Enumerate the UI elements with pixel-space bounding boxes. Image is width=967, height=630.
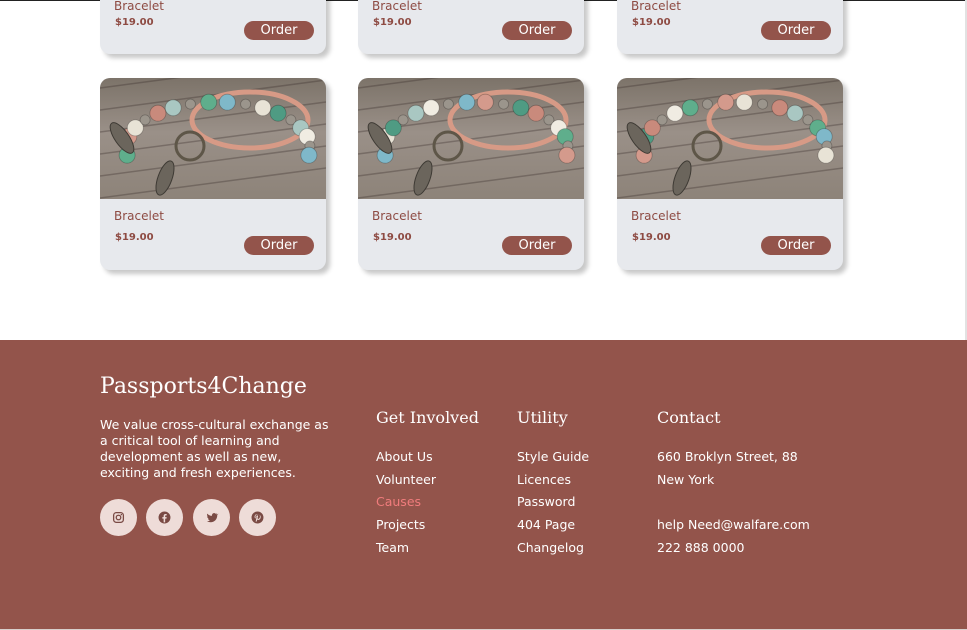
- product-title[interactable]: Bracelet: [372, 209, 422, 223]
- bracelet-photo-illustration: [358, 78, 584, 199]
- footer-link-projects[interactable]: Projects: [376, 514, 436, 537]
- product-price: $19.00: [632, 232, 671, 243]
- pinterest-link[interactable]: [239, 499, 276, 536]
- order-button[interactable]: Order: [761, 21, 831, 40]
- get-involved-heading: Get Involved: [376, 408, 479, 427]
- footer-link-404-page[interactable]: 404 Page: [517, 514, 589, 537]
- product-card: Bracelet $19.00 Order: [100, 0, 326, 54]
- footer-link-password[interactable]: Password: [517, 491, 589, 514]
- contact-phone[interactable]: 222 888 0000: [657, 537, 810, 560]
- product-title[interactable]: Bracelet: [372, 0, 422, 13]
- footer-link-volunteer[interactable]: Volunteer: [376, 469, 436, 492]
- footer-link-licences[interactable]: Licences: [517, 469, 589, 492]
- product-card: Bracelet $19.00 Order: [358, 78, 584, 270]
- twitter-icon: [206, 513, 218, 523]
- bracelet-photo-illustration: [617, 78, 843, 199]
- facebook-link[interactable]: [146, 499, 183, 536]
- utility-heading: Utility: [517, 408, 568, 427]
- footer-brand-logo[interactable]: Passports4Change: [100, 374, 307, 399]
- bracelet-photo-illustration: [100, 78, 326, 199]
- product-price: $19.00: [115, 17, 154, 28]
- twitter-link[interactable]: [193, 499, 230, 536]
- product-price: $19.00: [115, 232, 154, 243]
- product-title[interactable]: Bracelet: [114, 209, 164, 223]
- footer-link-team[interactable]: Team: [376, 537, 436, 560]
- instagram-icon: [112, 511, 125, 524]
- order-button[interactable]: Order: [761, 236, 831, 255]
- footer-link-about-us[interactable]: About Us: [376, 446, 436, 469]
- utility-links: Style Guide Licences Password 404 Page C…: [517, 446, 589, 559]
- product-title[interactable]: Bracelet: [631, 0, 681, 13]
- get-involved-links: About Us Volunteer Causes Projects Team: [376, 446, 436, 559]
- site-footer: Passports4Change We value cross-cultural…: [0, 340, 967, 630]
- contact-spacer: [657, 491, 810, 514]
- product-card: Bracelet $19.00 Order: [617, 0, 843, 54]
- order-button[interactable]: Order: [502, 236, 572, 255]
- order-button[interactable]: Order: [502, 21, 572, 40]
- order-button[interactable]: Order: [244, 236, 314, 255]
- product-image[interactable]: [100, 78, 326, 199]
- product-price: $19.00: [373, 232, 412, 243]
- facebook-icon: [158, 511, 171, 524]
- footer-link-changelog[interactable]: Changelog: [517, 537, 589, 560]
- contact-details: 660 Broklyn Street, 88 New York help Nee…: [657, 446, 810, 559]
- product-image[interactable]: [617, 78, 843, 199]
- order-button[interactable]: Order: [244, 21, 314, 40]
- product-title[interactable]: Bracelet: [114, 0, 164, 13]
- contact-address-line1: 660 Broklyn Street, 88: [657, 449, 798, 464]
- product-card: Bracelet $19.00 Order: [358, 0, 584, 54]
- pinterest-icon: [251, 511, 264, 524]
- product-price: $19.00: [632, 17, 671, 28]
- product-title[interactable]: Bracelet: [631, 209, 681, 223]
- product-card: Bracelet $19.00 Order: [617, 78, 843, 270]
- instagram-link[interactable]: [100, 499, 137, 536]
- product-card: Bracelet $19.00 Order: [100, 78, 326, 270]
- contact-email[interactable]: help Need@walfare.com: [657, 514, 810, 537]
- product-price: $19.00: [373, 17, 412, 28]
- contact-heading: Contact: [657, 408, 721, 427]
- footer-link-style-guide[interactable]: Style Guide: [517, 446, 589, 469]
- footer-link-causes[interactable]: Causes: [376, 491, 436, 514]
- product-image[interactable]: [358, 78, 584, 199]
- footer-tagline: We value cross-cultural exchange as a cr…: [100, 417, 329, 480]
- contact-address-line2: New York: [657, 471, 715, 487]
